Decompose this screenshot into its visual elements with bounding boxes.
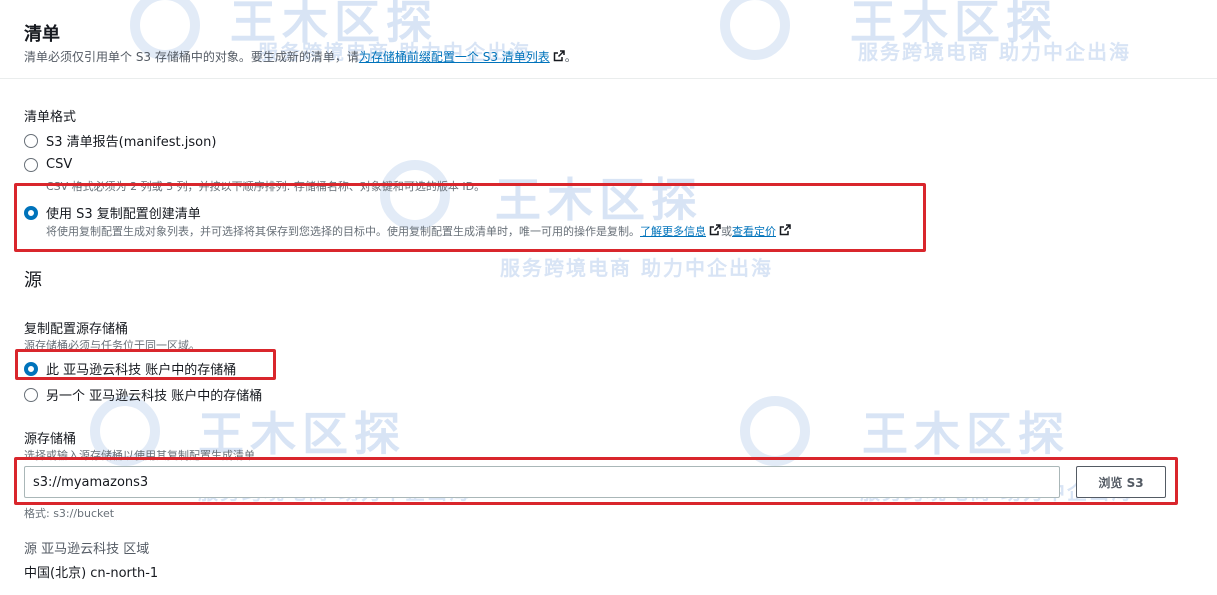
highlight-box bbox=[15, 349, 276, 380]
watermark-mark-icon bbox=[740, 396, 810, 466]
configure-inventory-link[interactable]: 为存储桶前缀配置一个 S3 清单列表 bbox=[359, 50, 550, 64]
manifest-description-text: 清单必须仅引用单个 S3 存储桶中的对象。要生成新的清单，请 bbox=[24, 50, 359, 64]
manifest-description-suffix: 。 bbox=[564, 50, 577, 64]
manifest-section-title: 清单 bbox=[24, 24, 60, 45]
radio-other-account-bucket[interactable]: 另一个 亚马逊云科技 账户中的存储桶 bbox=[24, 385, 262, 404]
radio-csv[interactable]: CSV bbox=[24, 157, 72, 172]
watermark: 王木区探 bbox=[850, 0, 1058, 49]
watermark-mark-icon bbox=[720, 0, 790, 60]
source-bucket-label: 复制配置源存储桶 bbox=[24, 322, 129, 337]
source-section-title: 源 bbox=[24, 270, 42, 291]
highlight-box bbox=[14, 183, 926, 252]
section-divider bbox=[0, 78, 1217, 79]
bucket-format-hint: 格式: s3://bucket bbox=[24, 507, 115, 520]
manifest-description: 清单必须仅引用单个 S3 存储桶中的对象。要生成新的清单，请为存储桶前缀配置一个… bbox=[24, 48, 577, 65]
s3-batch-manifest-page: 王木区探 服务跨境电商 助力中企出海 王木区探 服务跨境电商 助力中企出海 王木… bbox=[0, 0, 1217, 595]
radio-label: CSV bbox=[46, 157, 73, 172]
watermark: 服务跨境电商 助力中企出海 bbox=[858, 40, 1131, 64]
external-link-icon[interactable] bbox=[553, 50, 565, 62]
source-region-value: 中国(北京) cn-north-1 bbox=[24, 566, 159, 581]
manifest-format-label: 清单格式 bbox=[24, 110, 77, 125]
watermark: 服务跨境电商 助力中企出海 bbox=[500, 256, 773, 280]
source-region-label: 源 亚马逊云科技 区域 bbox=[24, 542, 150, 557]
highlight-box bbox=[14, 457, 1178, 505]
radio-label: S3 清单报告(manifest.json) bbox=[46, 135, 217, 150]
radio-s3-inventory-report[interactable]: S3 清单报告(manifest.json) bbox=[24, 131, 216, 150]
source-bucket-field-label: 源存储桶 bbox=[24, 432, 77, 447]
radio-button[interactable] bbox=[24, 387, 38, 402]
radio-label: 另一个 亚马逊云科技 账户中的存储桶 bbox=[46, 389, 263, 404]
watermark: 王木区探 bbox=[230, 0, 438, 49]
radio-button[interactable] bbox=[24, 157, 38, 172]
radio-button[interactable] bbox=[24, 133, 38, 148]
watermark: 王木区探 bbox=[862, 407, 1070, 461]
